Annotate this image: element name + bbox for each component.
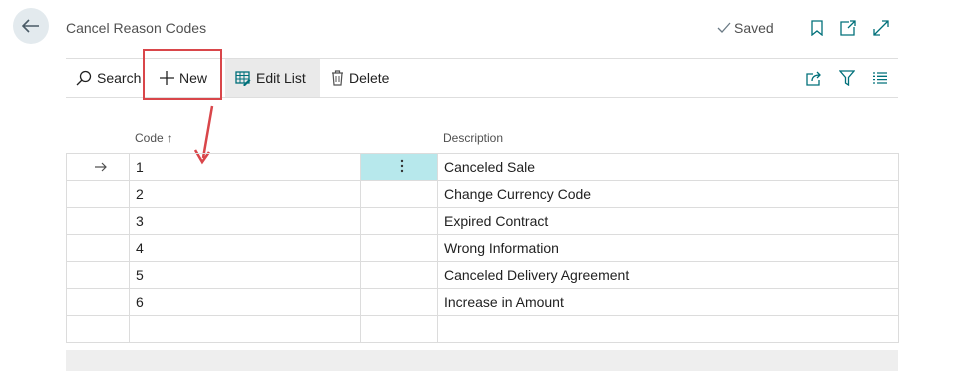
row-menu-cell[interactable] — [360, 207, 438, 235]
row-menu-cell[interactable] — [360, 315, 438, 343]
open-in-new-window-icon — [840, 20, 856, 36]
edit-list-label: Edit List — [256, 70, 306, 86]
table-row-empty[interactable] — [66, 315, 899, 343]
table-row[interactable]: 1 Canceled Sale — [66, 153, 899, 181]
table-row[interactable]: 5 Canceled Delivery Agreement — [66, 261, 899, 289]
search-label: Search — [97, 70, 142, 86]
plus-icon — [160, 71, 174, 85]
action-bar: Search New Edit List Delete — [66, 58, 898, 98]
trash-icon — [332, 70, 343, 86]
table-row[interactable]: 4 Wrong Information — [66, 234, 899, 262]
share-button[interactable] — [806, 59, 822, 97]
description-cell[interactable]: Wrong Information — [437, 234, 899, 262]
expand-button[interactable] — [872, 19, 890, 37]
back-button[interactable] — [13, 8, 49, 44]
row-selector[interactable] — [66, 261, 130, 289]
description-cell[interactable]: Increase in Amount — [437, 288, 899, 316]
row-selector[interactable] — [66, 315, 130, 343]
edit-list-icon — [235, 70, 251, 86]
share-icon — [806, 71, 821, 86]
code-cell[interactable]: 3 — [129, 207, 361, 235]
row-selector[interactable] — [66, 180, 130, 208]
description-cell[interactable]: Expired Contract — [437, 207, 899, 235]
search-button[interactable]: Search — [76, 59, 141, 97]
sort-ascending-icon: ↑ — [166, 131, 173, 145]
table-row[interactable]: 6 Increase in Amount — [66, 288, 899, 316]
code-cell[interactable] — [129, 315, 361, 343]
filter-button[interactable] — [839, 59, 855, 97]
column-header-code[interactable]: Code ↑ — [135, 131, 173, 145]
row-menu-cell[interactable] — [360, 180, 438, 208]
column-header-description-label: Description — [443, 131, 504, 145]
row-selector[interactable] — [66, 207, 130, 235]
table-row[interactable]: 2 Change Currency Code — [66, 180, 899, 208]
description-cell[interactable]: Change Currency Code — [437, 180, 899, 208]
delete-button[interactable]: Delete — [331, 59, 389, 97]
checkmark-icon — [717, 22, 731, 33]
row-menu-cell[interactable] — [360, 234, 438, 262]
saved-label: Saved — [734, 20, 774, 36]
row-menu-cell[interactable] — [360, 261, 438, 289]
list-view-icon — [873, 72, 887, 84]
bookmark-icon — [811, 20, 823, 36]
bookmark-button[interactable] — [808, 19, 826, 37]
description-cell[interactable] — [437, 315, 899, 343]
new-button[interactable]: New — [160, 59, 207, 97]
page-title: Cancel Reason Codes — [66, 20, 207, 36]
code-cell[interactable]: 4 — [129, 234, 361, 262]
description-cell[interactable]: Canceled Delivery Agreement — [437, 261, 899, 289]
table-row[interactable]: 3 Expired Contract — [66, 207, 899, 235]
code-cell[interactable]: 1 — [129, 153, 361, 181]
saved-status: Saved — [717, 20, 774, 36]
row-selector[interactable] — [66, 234, 130, 262]
row-selector[interactable] — [66, 153, 130, 181]
more-vertical-icon — [400, 159, 404, 172]
expand-icon — [873, 20, 889, 36]
new-label: New — [179, 70, 208, 86]
code-cell[interactable]: 2 — [129, 180, 361, 208]
list-footer — [66, 350, 898, 371]
arrow-right-icon — [95, 162, 107, 172]
column-header-description[interactable]: Description — [443, 131, 503, 145]
row-selector[interactable] — [66, 288, 130, 316]
row-menu-cell[interactable] — [360, 288, 438, 316]
arrow-left-icon — [22, 19, 39, 33]
list-view-button[interactable] — [872, 59, 888, 97]
delete-label: Delete — [349, 70, 390, 86]
column-header-code-label: Code — [135, 131, 164, 145]
open-new-window-button[interactable] — [839, 19, 857, 37]
row-menu-button[interactable] — [360, 153, 438, 181]
search-icon — [76, 70, 92, 86]
edit-list-button[interactable]: Edit List — [225, 59, 320, 97]
reason-codes-table: 1 Canceled Sale 2 Change Currency Code 3… — [66, 153, 899, 343]
filter-icon — [839, 70, 855, 86]
code-cell[interactable]: 6 — [129, 288, 361, 316]
description-cell[interactable]: Canceled Sale — [437, 153, 899, 181]
code-cell[interactable]: 5 — [129, 261, 361, 289]
